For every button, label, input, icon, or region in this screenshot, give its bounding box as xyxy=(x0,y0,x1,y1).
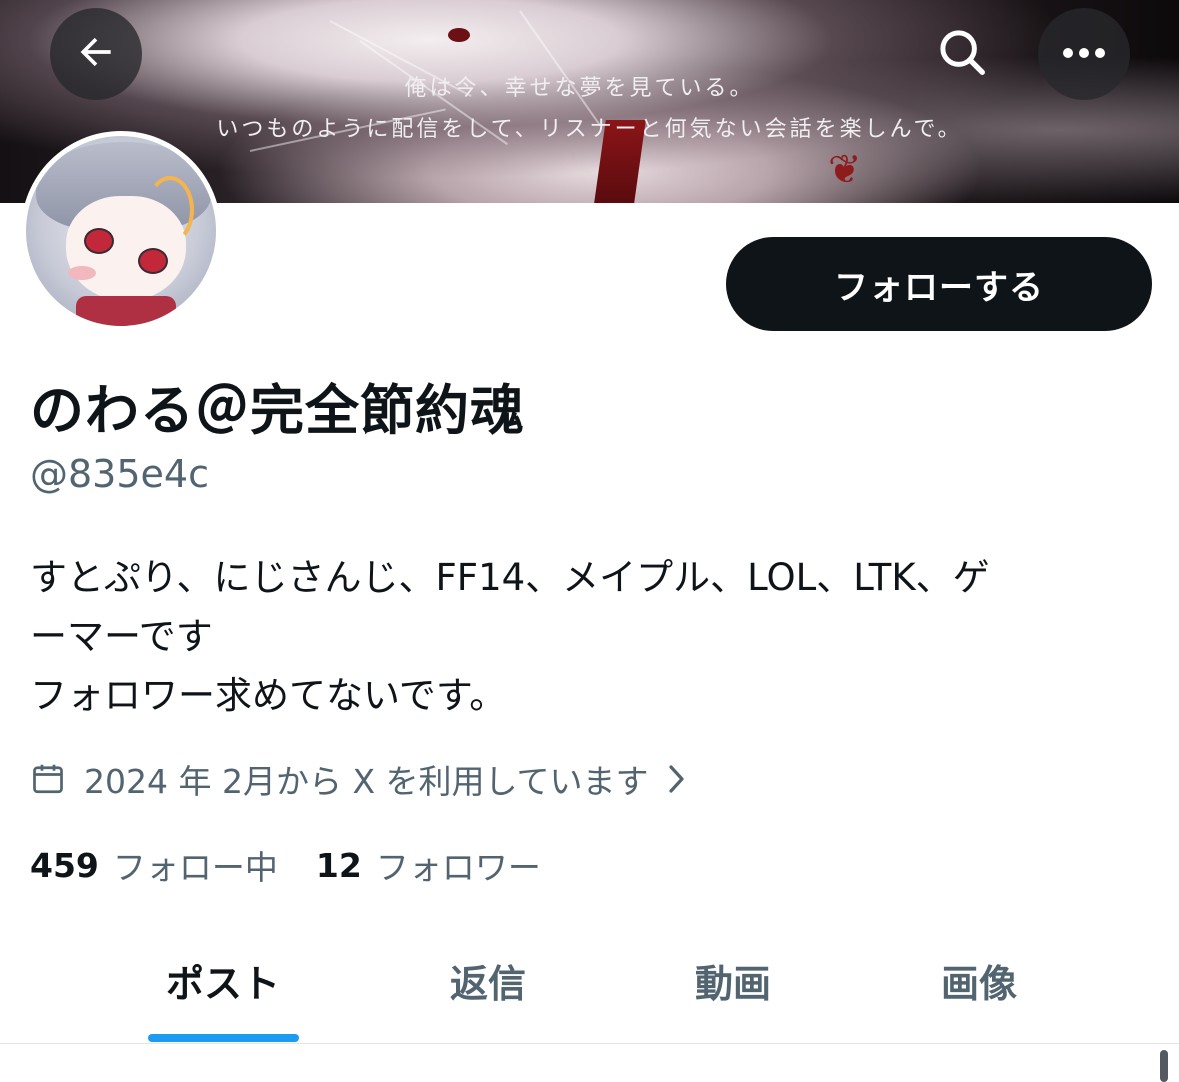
joined-date[interactable]: 2024 年 2月から X を利用しています xyxy=(30,756,687,802)
bat-icon: ❦ xyxy=(828,147,862,193)
tab-replies[interactable]: 返信 xyxy=(413,930,563,1030)
tab-videos[interactable]: 動画 xyxy=(658,930,808,1030)
scrollbar[interactable] xyxy=(1160,1050,1168,1082)
following-count[interactable]: 459 xyxy=(30,846,99,885)
banner-caption-line2: いつものように配信をして、リスナーと何気ない会話を楽しんで。 xyxy=(216,117,963,142)
banner-art-detail xyxy=(519,10,602,127)
profile-tabs: ポスト 返信 動画 画像 xyxy=(0,930,1179,1043)
user-handle: @835e4c xyxy=(30,452,209,496)
arrow-left-icon xyxy=(74,30,118,78)
display-name: のわる＠完全節約魂 xyxy=(30,379,525,442)
bio-line: すとぷり、にじさんじ、FF14、メイプル、LOL、LTK、ゲ xyxy=(30,556,990,599)
search-button[interactable] xyxy=(916,8,1008,100)
bio-line: フォロワー求めてないです。 xyxy=(30,674,507,717)
active-tab-indicator xyxy=(148,1034,299,1042)
bio-line: ーマーです xyxy=(30,615,213,658)
calendar-icon xyxy=(30,759,70,799)
profile-bio: すとぷり、にじさんじ、FF14、メイプル、LOL、LTK、ゲ ーマーです フォロ… xyxy=(30,548,1150,725)
tab-images[interactable]: 画像 xyxy=(904,930,1054,1030)
follow-stats: 459 フォロー中 12 フォロワー xyxy=(30,842,541,888)
search-icon xyxy=(935,25,989,83)
following-label[interactable]: フォロー中 xyxy=(113,841,278,889)
tab-posts[interactable]: ポスト xyxy=(148,930,298,1030)
back-button[interactable] xyxy=(50,8,142,100)
avatar[interactable] xyxy=(21,131,221,331)
followers-count[interactable]: 12 xyxy=(316,846,362,885)
joined-text: 2024 年 2月から X を利用しています xyxy=(84,762,649,801)
follow-button[interactable]: フォローする xyxy=(726,237,1152,331)
followers-label[interactable]: フォロワー xyxy=(376,841,541,889)
banner-art-detail xyxy=(448,28,470,42)
chevron-right-icon xyxy=(667,764,687,794)
avatar-image xyxy=(26,136,216,326)
more-button[interactable] xyxy=(1038,8,1130,100)
divider xyxy=(0,1043,1179,1044)
more-horizontal-icon xyxy=(1060,45,1108,64)
